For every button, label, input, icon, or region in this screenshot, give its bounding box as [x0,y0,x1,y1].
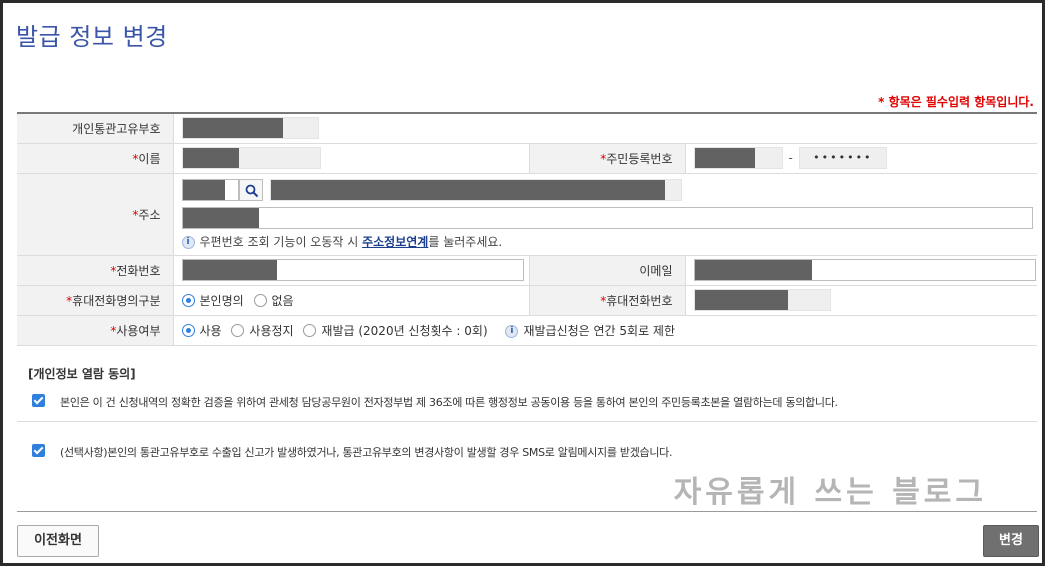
masked-value [182,207,259,228]
phone-input[interactable] [181,259,524,281]
name-field [181,147,321,169]
radio-usage-suspend[interactable]: 사용정지 [231,322,294,339]
address-help: i 우편번호 조회 기능이 오동작 시 주소정보연계를 눌러주세요. [181,233,1038,250]
issue-info-form: 개인통관고유부호 *이름 *주민등록번호 - ••••••• *주소 i 우편번… [17,112,1037,346]
email-input[interactable] [693,259,1036,281]
radio-selected-icon [181,293,195,307]
consent-2-text: (선택사항)본인의 통관고유부호로 수출입 신고가 발생하였거나, 통관고유부호… [60,446,673,459]
usage-help: i 재발급신청은 연간 5회로 제한 [505,324,675,338]
masked-value [182,260,277,280]
row-address: *주소 i 우편번호 조회 기능이 오동작 시 주소정보연계를 눌러주세요. [17,173,1038,256]
info-icon: i [505,324,519,338]
consent-item-2: (선택사항)본인의 통관고유부호로 수출입 신고가 발생하였거나, 통관고유부호… [17,444,1037,460]
radio-owner-self[interactable]: 본인명의 [181,292,244,309]
customs-code-field [181,117,319,140]
address-detail-input[interactable] [181,206,1033,229]
label-name: *이름 [17,143,174,174]
rrn-dash: - [788,151,793,165]
search-icon [245,184,258,197]
row-mobile-owner: *휴대전화명의구분 본인명의 없음 *휴대전화번호 [17,285,1037,316]
required-note: * 항목은 필수입력 항목입니다. [878,95,1034,109]
masked-value [694,290,788,310]
address-link[interactable]: 주소정보연계 [362,235,428,249]
consent-heading: [개인정보 열람 동의] [28,367,136,381]
masked-value [182,179,225,200]
info-icon: i [181,235,195,249]
masked-value [182,118,283,139]
zipcode-input[interactable] [181,178,239,201]
radio-unselected-icon [303,323,317,337]
rrn-front-field [693,147,783,169]
row-usage: *사용여부 사용 사용정지 재발급 (2020년 신청횟수 : 0회) i 재발급… [17,315,1037,346]
consent-item-1: 본인은 이 건 신청내역의 정확한 검증을 위하여 관세청 담당공무원이 전자정… [17,394,1037,410]
radio-owner-none[interactable]: 없음 [253,292,294,309]
label-customs-code: 개인통관고유부호 [17,112,174,144]
label-address: *주소 [17,173,174,256]
radio-selected-icon [181,323,195,337]
radio-unselected-icon [253,293,267,307]
consent-2-checkbox[interactable] [32,444,45,457]
consent-1-text: 본인은 이 건 신청내역의 정확한 검증을 위하여 관세청 담당공무원이 전자정… [60,396,838,409]
rrn-back-field: ••••••• [798,147,887,169]
label-email: 이메일 [528,255,686,286]
radio-usage-active[interactable]: 사용 [181,322,222,339]
masked-value [271,179,666,200]
page-title: 발급 정보 변경 [16,23,168,51]
label-mobile: *휴대전화번호 [528,285,686,316]
radio-usage-reissue[interactable]: 재발급 (2020년 신청횟수 : 0회) [303,322,488,339]
zipcode-search-button[interactable] [238,178,263,201]
watermark: 자유롭게 쓰는 블로그 [673,475,987,510]
divider [17,421,1037,422]
label-rrn: *주민등록번호 [528,143,686,174]
label-mobile-owner: *휴대전화명의구분 [17,285,174,316]
mobile-field [693,289,831,311]
masked-value [694,260,812,280]
address-base-field [270,178,683,201]
masked-value [182,148,239,168]
divider [17,511,1037,512]
prev-screen-button[interactable]: 이전화면 [17,525,99,557]
radio-unselected-icon [231,323,245,337]
page-window: 발급 정보 변경 * 항목은 필수입력 항목입니다. 개인통관고유부호 *이름 … [3,3,1042,563]
consent-1-checkbox[interactable] [32,394,45,407]
row-customs-code: 개인통관고유부호 [17,112,1037,144]
label-phone: *전화번호 [17,255,174,286]
label-usage: *사용여부 [17,315,174,346]
change-button[interactable]: 변경 [983,525,1039,557]
row-phone: *전화번호 이메일 [17,255,1037,286]
row-name: *이름 *주민등록번호 - ••••••• [17,143,1037,174]
masked-value [694,148,755,168]
